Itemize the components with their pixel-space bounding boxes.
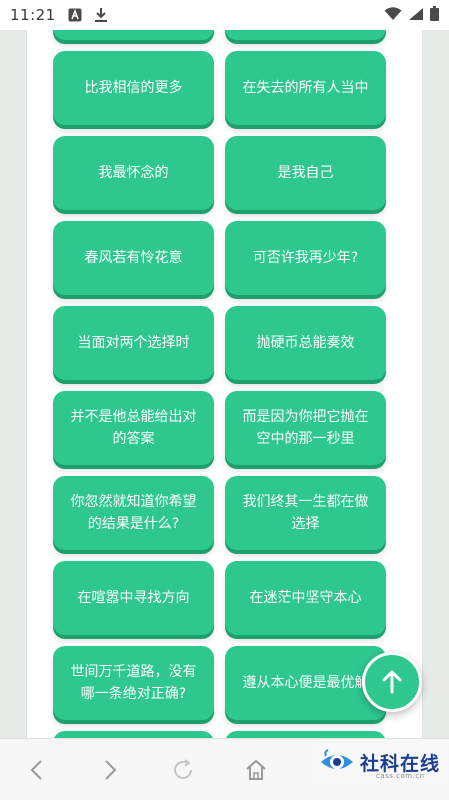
download-icon [94,7,108,23]
watermark-subtext: cass.com.cn [376,772,425,780]
phrase-card-text: 我最怀念的 [99,162,169,184]
phrase-card-text: 你忽然就知道你希望 的结果是什么? [71,491,197,535]
phrase-line: 可否许我再少年? [252,250,359,266]
phrase-card[interactable] [225,731,386,738]
phrase-card-text: 我们终其一生都在做 选择 [243,491,369,535]
phrase-card[interactable]: 可否许我再少年? [225,221,386,295]
card-grid: 比我相信的更多 在失去的所有人当中我最怀念的 是我自己春风若有怜花意 可否许我再少年?… [53,30,386,738]
phrase-card-text: 并不是他总能给出对 的答案 [71,406,197,450]
phrase-card[interactable]: 在迷茫中坚守本心 [225,561,386,635]
forward-icon [104,759,116,780]
back-button[interactable] [0,739,73,800]
phrase-card[interactable]: 世间万千道路，没有 哪一条绝对正确? [53,646,214,720]
phrase-line: 遵从本心便是最优解 [242,675,369,691]
phrase-line: 选择 [291,516,320,532]
phrase-line: 并不是他总能给出对 [70,409,197,425]
phrase-card-text: 在失去的所有人当中 [243,77,369,99]
phrase-line: 我们终其一生都在做 [242,494,369,510]
phrase-line: 而是因为你把它抛在 [242,409,369,425]
phrase-card-text: 可否许我再少年? [253,247,358,269]
refresh-icon [173,758,192,779]
phrase-card[interactable] [53,30,214,40]
home-button[interactable] [219,739,292,800]
watermark-logo: 社科在线 cass.com.cn [318,742,447,782]
phrase-line: 是我自己 [277,165,334,181]
phrase-line: 的结果是什么? [87,516,180,532]
phrase-line: 在迷茫中坚守本心 [249,590,362,606]
phrase-card[interactable]: 而是因为你把它抛在 空中的那一秒里 [225,391,386,465]
phrase-card[interactable]: 你忽然就知道你希望 的结果是什么? [53,476,214,550]
phrase-card[interactable]: 是我自己 [225,136,386,210]
phrase-card-text: 当面对两个选择时 [78,332,190,354]
phrase-line: 在失去的所有人当中 [242,80,369,96]
phrase-card[interactable]: 比我相信的更多 [53,51,214,125]
scroll-top-button[interactable] [362,652,422,712]
phrase-card-text: 在迷茫中坚守本心 [250,587,362,609]
page-content: 比我相信的更多 在失去的所有人当中我最怀念的 是我自己春风若有怜花意 可否许我再少年?… [26,30,423,738]
phrase-card[interactable]: 我最怀念的 [53,136,214,210]
phrase-line: 哪一条绝对正确? [80,686,187,702]
back-icon [30,759,42,780]
phrase-card[interactable]: 在喧嚣中寻找方向 [53,561,214,635]
phrase-card-text: 在喧嚣中寻找方向 [78,587,190,609]
phrase-card-text: 春风若有怜花意 [85,247,183,269]
phrase-line: 的答案 [112,431,155,447]
status-right [384,5,439,25]
eye-logo-icon [321,749,353,769]
refresh-button[interactable] [146,739,219,800]
home-icon [245,759,266,780]
phrase-card[interactable]: 春风若有怜花意 [53,221,214,295]
phrase-line: 在喧嚣中寻找方向 [77,590,190,606]
signal-icon [408,6,424,25]
phrase-card[interactable] [53,731,214,738]
phrase-line: 抛硬币总能奏效 [256,335,355,351]
phrase-line: 春风若有怜花意 [84,250,183,266]
phrase-card[interactable]: 我们终其一生都在做 选择 [225,476,386,550]
status-time: 11:21 [10,6,56,24]
phrase-card-text: 是我自己 [278,162,334,184]
phrase-card[interactable]: 当面对两个选择时 [53,306,214,380]
a-badge-icon [68,8,82,22]
phrase-line: 比我相信的更多 [84,80,183,96]
phrase-card[interactable]: 并不是他总能给出对 的答案 [53,391,214,465]
phrase-card-text: 世间万千道路，没有 哪一条绝对正确? [71,661,197,705]
status-bar: 11:21 [0,0,449,30]
phrase-card[interactable]: 在失去的所有人当中 [225,51,386,125]
phrase-line: 我最怀念的 [98,165,169,181]
phrase-card-text: 抛硬币总能奏效 [257,332,355,354]
phrase-line: 当面对两个选择时 [77,335,190,351]
phrase-card[interactable]: 抛硬币总能奏效 [225,306,386,380]
battery-icon [430,5,439,25]
phrase-card-text: 而是因为你把它抛在 空中的那一秒里 [243,406,369,450]
phrase-card-text: 比我相信的更多 [85,77,183,99]
phrase-line: 世间万千道路，没有 [70,664,197,680]
phrase-card[interactable] [225,30,386,40]
phrase-card-text: 遵从本心便是最优解 [243,672,369,694]
phrase-line: 空中的那一秒里 [256,431,355,447]
wifi-icon [384,6,402,25]
phrase-line: 你忽然就知道你希望 [70,494,197,510]
forward-button[interactable] [73,739,146,800]
arrow-up-icon [382,670,402,694]
